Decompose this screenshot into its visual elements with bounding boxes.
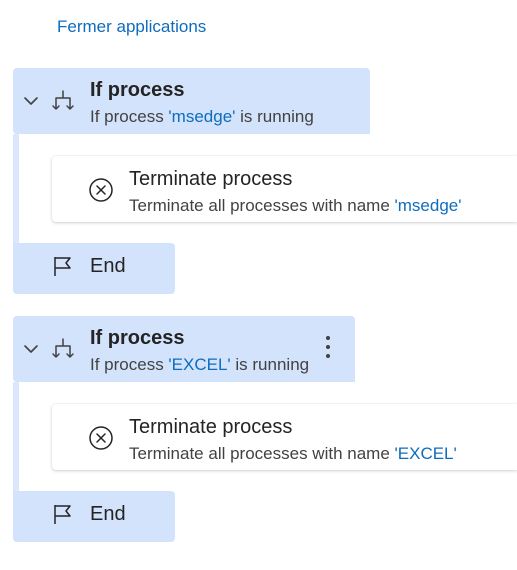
condition-suffix: is running [230,355,310,374]
process-name: 'msedge' [168,107,236,126]
flag-icon [54,257,71,276]
close-circle-icon [89,426,113,450]
if-process-header[interactable]: If process If process 'msedge' is runnin… [13,68,370,134]
if-process-title: If process [90,79,185,101]
end-label: End [90,503,126,525]
block-rail [13,382,19,492]
close-circle-icon [89,178,113,202]
description-prefix: Terminate all processes with name [129,196,395,215]
end-label: End [90,255,126,277]
if-process-title: If process [90,327,185,349]
chevron-down-icon[interactable] [22,340,40,358]
if-process-block-2: If process If process 'EXCEL' is running… [13,316,517,542]
condition-suffix: is running [235,107,314,126]
process-name: 'EXCEL' [394,444,457,463]
condition-prefix: If process [90,355,169,374]
terminate-process-action[interactable]: Terminate process Terminate all processe… [52,156,517,222]
block-rail [13,134,19,244]
chevron-down-icon[interactable] [22,92,40,110]
end-block[interactable]: End [13,243,175,294]
action-title: Terminate process [129,168,293,190]
action-description: Terminate all processes with name 'msedg… [129,196,462,216]
if-process-block-1: If process If process 'msedge' is runnin… [13,68,517,294]
description-prefix: Terminate all processes with name [129,444,395,463]
process-name: 'msedge' [394,196,462,215]
end-block[interactable]: End [13,491,175,542]
action-title: Terminate process [129,416,293,438]
terminate-process-action[interactable]: Terminate process Terminate all processe… [52,404,517,470]
process-name: 'EXCEL' [168,355,231,374]
condition-prefix: If process [90,107,169,126]
flag-icon [54,505,71,524]
action-description: Terminate all processes with name 'EXCEL… [129,444,457,464]
branch-icon [52,90,74,110]
branch-icon [52,338,74,358]
if-process-condition: If process 'msedge' is running [90,107,314,127]
if-process-header[interactable]: If process If process 'EXCEL' is running [13,316,355,382]
more-vertical-icon[interactable] [324,336,332,362]
fermer-applications-link[interactable]: Fermer applications [57,17,206,37]
if-process-condition: If process 'EXCEL' is running [90,355,309,375]
